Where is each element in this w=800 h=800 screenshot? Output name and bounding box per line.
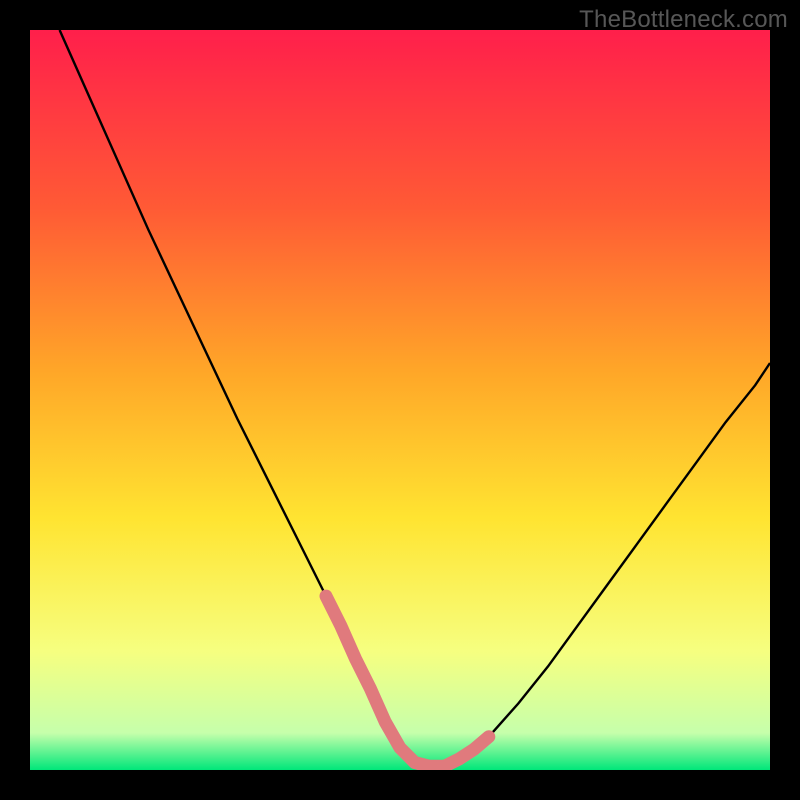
plot-background xyxy=(30,30,770,770)
chart-container: TheBottleneck.com xyxy=(0,0,800,800)
chart-svg xyxy=(0,0,800,800)
watermark-text: TheBottleneck.com xyxy=(579,6,788,34)
